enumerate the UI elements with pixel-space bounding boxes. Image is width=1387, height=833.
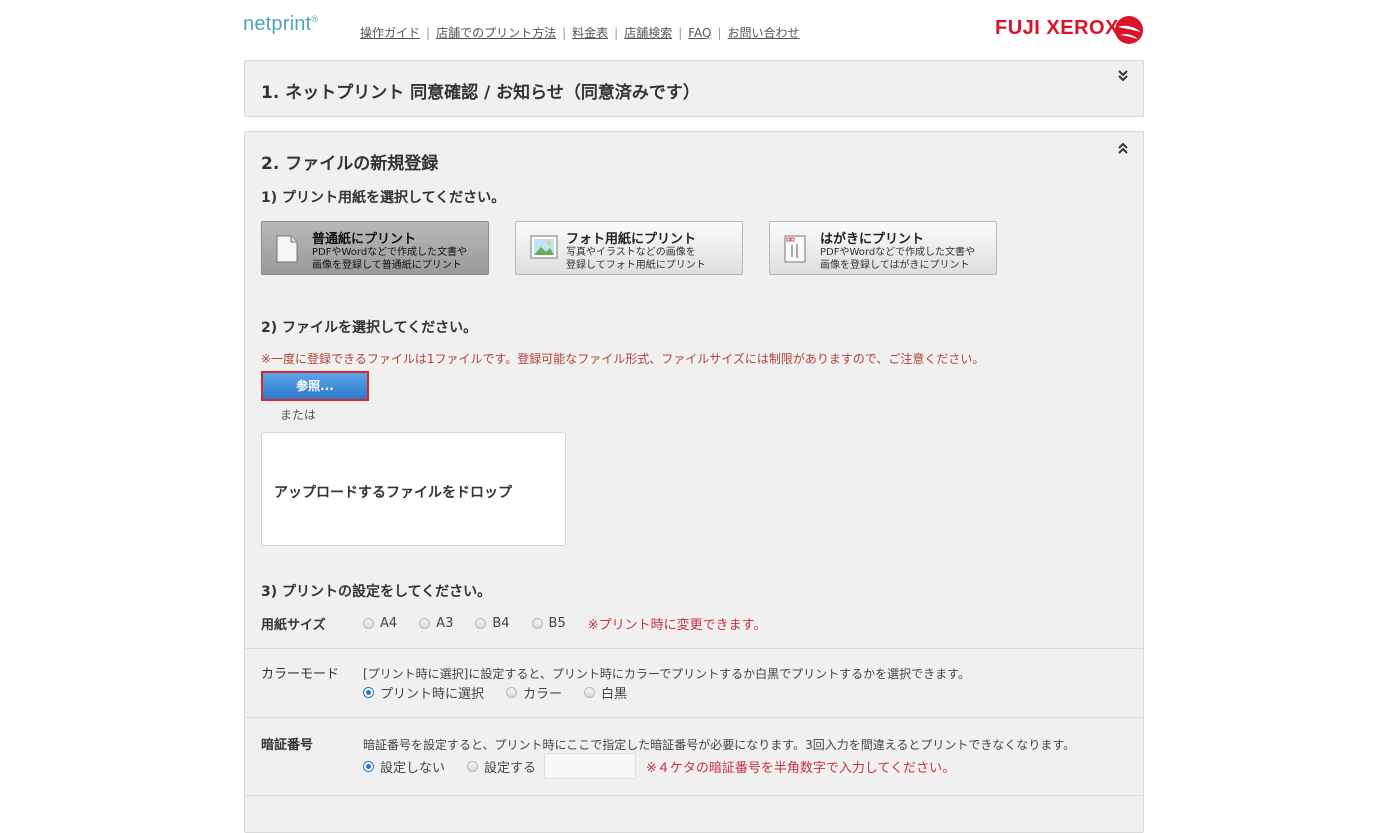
divider [245,795,1143,796]
paper-size-options: A4 A3 B4 B5 ※プリント時に変更できます。 [363,614,766,633]
dropzone-label: アップロードするファイルをドロップ [274,485,512,501]
or-label: または [280,408,317,422]
radio-button-selected[interactable] [363,760,374,772]
nav-link-store-print[interactable]: 店舗でのプリント方法 [436,26,556,40]
color-mode-options: プリント時に選択 カラー 白黒 [363,683,649,702]
color-mode-choose-at-print[interactable]: プリント時に選択 [363,683,484,702]
color-mode-description: [プリント時に選択]に設定すると、プリント時にカラーでプリントするか白黒でプリン… [363,667,970,681]
fuji-xerox-mark-icon [1115,16,1143,44]
photo-paper-title: フォト用紙にプリント [566,232,697,247]
nav-separator: | [562,26,567,40]
paper-size-a3[interactable]: A3 [419,616,453,631]
paper-size-b4-label: B4 [492,616,510,631]
netprint-logo[interactable]: netprint® [243,13,318,36]
plain-paper-desc-line2: 画像を登録して普通紙にプリント [312,260,462,271]
radio-button[interactable] [467,760,479,772]
document-icon [276,235,298,263]
color-mode-bw-label: 白黒 [601,687,628,702]
agreement-panel[interactable]: 1. ネットプリント 同意確認 / お知らせ（同意済みです） [244,60,1144,117]
registered-mark: ® [311,14,319,24]
pin-label: 暗証番号 [261,738,314,753]
pin-none-label: 設定しない [380,760,446,776]
paper-size-b4[interactable]: B4 [475,616,510,631]
divider [245,717,1143,718]
paper-size-a3-label: A3 [436,616,454,631]
photo-paper-button[interactable]: フォト用紙にプリント 写真やイラストなどの画像を 登録してフォト用紙にプリント [515,221,743,275]
color-mode-bw[interactable]: 白黒 [584,683,627,702]
paper-size-b5[interactable]: B5 [531,616,566,631]
paper-size-a4[interactable]: A4 [363,616,397,631]
plain-paper-desc: PDFやWordなどで作成した文書や 画像を登録して普通紙にプリント [312,246,467,272]
plain-paper-desc-line1: PDFやWordなどで作成した文書や [312,247,467,258]
pin-none[interactable]: 設定しない [363,757,445,776]
postcard-icon [784,235,806,263]
nav-link-guide[interactable]: 操作ガイド [360,26,420,40]
pin-input[interactable] [544,753,637,779]
nav-link-contact[interactable]: お問い合わせ [728,26,800,40]
postcard-desc: PDFやWordなどで作成した文書や 画像を登録してはがきにプリント [820,246,975,272]
radio-button[interactable] [419,618,431,629]
paper-size-note: ※プリント時に変更できます。 [587,618,767,633]
nav-separator: | [678,26,683,40]
pin-options: 設定しない 設定する ※４ケタの暗証番号を半角数字で入力してください。 [363,753,955,779]
nav-separator: | [717,26,722,40]
color-mode-color-label: カラー [523,687,563,702]
logo-text: netprint [243,13,312,35]
file-register-panel: 2. ファイルの新規登録 1) プリント用紙を選択してください。 普通紙にプリン… [244,131,1144,833]
file-dropzone[interactable]: アップロードするファイルをドロップ [261,432,566,546]
radio-button[interactable] [531,618,543,629]
radio-button-selected[interactable] [363,687,374,698]
color-mode-choose-at-print-label: プリント時に選択 [380,687,485,702]
divider [245,648,1143,649]
pin-set[interactable]: 設定する [467,757,536,776]
postcard-desc-line1: PDFやWordなどで作成した文書や [820,247,975,258]
radio-button[interactable] [584,687,596,698]
nav-separator: | [426,26,431,40]
pin-set-label: 設定する [484,760,537,776]
page: netprint® 操作ガイド | 店舗でのプリント方法 | 料金表 | 店舗検索 | FAQ |… [0,0,1387,833]
postcard-title: はがきにプリント [820,232,925,247]
paper-size-b5-label: B5 [548,616,566,631]
chevron-double-down-icon[interactable] [1117,69,1129,87]
top-navigation: 操作ガイド | 店舗でのプリント方法 | 料金表 | 店舗検索 | FAQ | お問い合わせ [360,24,800,41]
pin-note: ※４ケタの暗証番号を半角数字で入力してください。 [646,760,956,776]
nav-link-faq[interactable]: FAQ [688,26,711,40]
nav-separator: | [614,26,619,40]
file-limit-notice: ※一度に登録できるファイルは1ファイルです。登録可能なファイル形式、ファイルサイ… [261,352,985,366]
photo-icon [530,235,558,259]
radio-button[interactable] [475,618,487,629]
postcard-button[interactable]: はがきにプリント PDFやWordなどで作成した文書や 画像を登録してはがきにプ… [769,221,997,275]
agreement-title: 1. ネットプリント 同意確認 / お知らせ（同意済みです） [261,83,700,103]
radio-button[interactable] [506,687,518,698]
step3-heading: 3) プリントの設定をしてください。 [261,584,492,600]
radio-button[interactable] [363,618,374,629]
nav-link-pricing[interactable]: 料金表 [572,26,608,40]
plain-paper-button[interactable]: 普通紙にプリント PDFやWordなどで作成した文書や 画像を登録して普通紙にプ… [261,221,489,275]
plain-paper-title: 普通紙にプリント [312,232,417,247]
color-mode-label: カラーモード [261,667,340,682]
browse-button[interactable]: 参照... [261,371,369,401]
fuji-xerox-logo: FUJI XEROX [995,17,1119,39]
pin-description: 暗証番号を設定すると、プリント時にここで指定した暗証番号が必要になります。3回入… [363,738,1076,752]
nav-link-store-search[interactable]: 店舗検索 [624,26,672,40]
photo-paper-desc-line1: 写真やイラストなどの画像を [566,247,696,258]
paper-size-a4-label: A4 [380,616,398,631]
step1-heading: 1) プリント用紙を選択してください。 [261,190,506,206]
photo-paper-desc: 写真やイラストなどの画像を 登録してフォト用紙にプリント [566,246,706,272]
postcard-desc-line2: 画像を登録してはがきにプリント [820,260,970,271]
step2-heading: 2) ファイルを選択してください。 [261,320,478,336]
chevron-double-up-icon[interactable] [1117,142,1129,160]
paper-size-label: 用紙サイズ [261,618,326,633]
file-register-title: 2. ファイルの新規登録 [261,154,439,174]
photo-paper-desc-line2: 登録してフォト用紙にプリント [566,260,706,271]
color-mode-color[interactable]: カラー [506,683,562,702]
